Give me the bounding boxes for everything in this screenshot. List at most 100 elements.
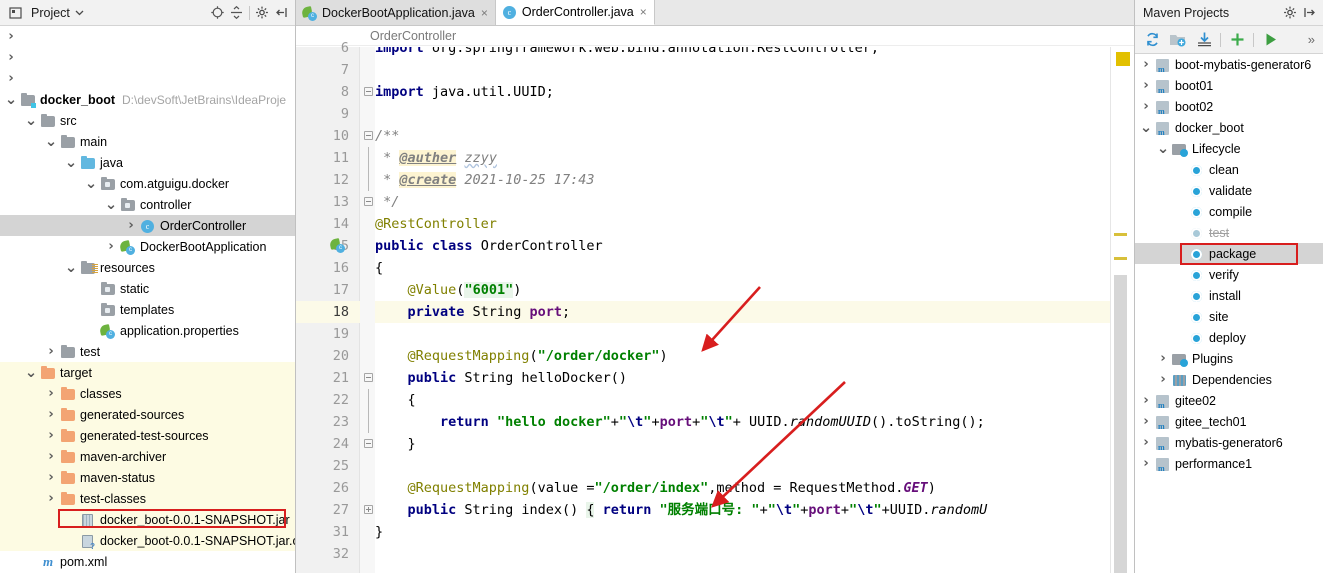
- editor-scrollbar[interactable]: [1110, 47, 1134, 573]
- maven-item-clean[interactable]: clean: [1135, 159, 1323, 180]
- tree-item-main[interactable]: ⌄ main: [0, 131, 295, 152]
- maven-item-lifecycle[interactable]: ⌄ Lifecycle: [1135, 138, 1323, 159]
- code-line[interactable]: import org.springframework.web.bind.anno…: [375, 47, 1110, 59]
- hide-panel-icon[interactable]: [272, 3, 291, 22]
- tree-item-templates[interactable]: templates: [0, 299, 295, 320]
- tree-item-java[interactable]: ⌄ java: [0, 152, 295, 173]
- maven-item-mybatis-generator6[interactable]: › mybatis-generator6: [1135, 432, 1323, 453]
- chevron-down-icon[interactable]: ⌄: [1156, 141, 1170, 156]
- chevron-right-icon[interactable]: ›: [1139, 100, 1153, 113]
- maven-item-performance1[interactable]: › performance1: [1135, 453, 1323, 474]
- scrollbar-thumb[interactable]: [1114, 275, 1127, 573]
- chevron-down-icon[interactable]: [70, 3, 89, 22]
- code-line[interactable]: @RequestMapping("/order/docker"): [375, 345, 1110, 367]
- editor-tab-ordercontroller-java[interactable]: c OrderController.java ×: [495, 0, 655, 25]
- tree-item-empty[interactable]: ›: [0, 47, 295, 68]
- code-line[interactable]: [375, 59, 1110, 81]
- tree-item-controller[interactable]: ⌄ controller: [0, 194, 295, 215]
- code-line[interactable]: @Value("6001"): [375, 279, 1110, 301]
- tree-item-dockerbootapplication[interactable]: › c DockerBootApplication: [0, 236, 295, 257]
- fold-collapse-icon[interactable]: [364, 373, 373, 382]
- chevron-right-icon[interactable]: ›: [44, 345, 58, 358]
- editor-tab-dockerbootapplication-java[interactable]: c DockerBootApplication.java ×: [296, 0, 496, 25]
- chevron-right-icon[interactable]: ›: [44, 492, 58, 505]
- chevron-right-icon[interactable]: ›: [44, 471, 58, 484]
- fold-expand-icon[interactable]: [364, 505, 373, 514]
- project-view-icon[interactable]: [6, 3, 25, 22]
- chevron-right-icon[interactable]: ›: [1139, 394, 1153, 407]
- maven-item-dependencies[interactable]: › Dependencies: [1135, 369, 1323, 390]
- maven-item-validate[interactable]: validate: [1135, 180, 1323, 201]
- maven-item-gitee02[interactable]: › gitee02: [1135, 390, 1323, 411]
- maven-item-boot02[interactable]: › boot02: [1135, 96, 1323, 117]
- chevron-down-icon[interactable]: ⌄: [84, 176, 98, 191]
- chevron-right-icon[interactable]: ›: [44, 408, 58, 421]
- chevron-right-icon[interactable]: ›: [1139, 415, 1153, 428]
- tree-item-classes[interactable]: › classes: [0, 383, 295, 404]
- tree-item-empty[interactable]: ›: [0, 26, 295, 47]
- tree-item-generated-test-sources[interactable]: › generated-test-sources: [0, 425, 295, 446]
- code-line[interactable]: public String index() { return "服务端口号: "…: [375, 499, 1110, 521]
- code-line[interactable]: }: [375, 521, 1110, 543]
- maven-item-package[interactable]: package: [1135, 243, 1323, 264]
- code-line[interactable]: {: [375, 257, 1110, 279]
- code-line[interactable]: return "hello docker"+"\t"+port+"\t"+ UU…: [375, 411, 1110, 433]
- chevron-down-icon[interactable]: ⌄: [64, 155, 78, 170]
- code-view[interactable]: 6789101112131415c16171819202122232425262…: [296, 40, 1134, 573]
- code-line[interactable]: @RequestMapping(value ="/order/index",me…: [375, 477, 1110, 499]
- code-line[interactable]: /**: [375, 125, 1110, 147]
- fold-collapse-icon[interactable]: [364, 131, 373, 140]
- tree-item-docker-boot-0-0-1-snapshot-jar[interactable]: docker_boot-0.0.1-SNAPSHOT.jar: [0, 509, 295, 530]
- locate-icon[interactable]: [208, 3, 227, 22]
- tree-item-static[interactable]: static: [0, 278, 295, 299]
- fold-region-end-icon[interactable]: [364, 197, 373, 206]
- chevron-down-icon[interactable]: ⌄: [4, 92, 18, 107]
- fold-region-end-icon[interactable]: [364, 439, 373, 448]
- close-icon[interactable]: ×: [640, 5, 647, 19]
- chevron-right-icon[interactable]: ›: [1139, 58, 1153, 71]
- chevron-right-icon[interactable]: ›: [44, 450, 58, 463]
- code-folding-strip[interactable]: [360, 47, 375, 573]
- source-code[interactable]: import org.springframework.web.bind.anno…: [375, 47, 1110, 573]
- code-line[interactable]: import java.util.UUID;: [375, 81, 1110, 103]
- code-line[interactable]: [375, 103, 1110, 125]
- code-line[interactable]: * @create 2021-10-25 17:43: [375, 169, 1110, 191]
- tree-item-pom-xml[interactable]: m pom.xml: [0, 551, 295, 572]
- code-line[interactable]: public String helloDocker(): [375, 367, 1110, 389]
- project-tree[interactable]: › › › ⌄ docker_boot D:\devSoft\JetBrains\Idea…: [0, 26, 295, 573]
- settings-icon[interactable]: [1281, 3, 1300, 22]
- code-line[interactable]: [375, 455, 1110, 477]
- generate-sources-icon[interactable]: [1165, 29, 1191, 51]
- tree-item-docker-boot[interactable]: ⌄ docker_boot D:\devSoft\JetBrains\IdeaPro…: [0, 89, 295, 110]
- maven-tree[interactable]: › boot-mybatis-generator6 › boot01 › boot02 ⌄ d…: [1135, 54, 1323, 573]
- maven-item-boot-mybatis-generator6[interactable]: › boot-mybatis-generator6: [1135, 54, 1323, 75]
- code-line[interactable]: */: [375, 191, 1110, 213]
- tree-item-test[interactable]: › test: [0, 341, 295, 362]
- tree-item-generated-sources[interactable]: › generated-sources: [0, 404, 295, 425]
- chevron-down-icon[interactable]: ⌄: [24, 113, 38, 128]
- chevron-right-icon[interactable]: ›: [4, 72, 18, 85]
- chevron-down-icon[interactable]: ⌄: [64, 260, 78, 275]
- maven-item-compile[interactable]: compile: [1135, 201, 1323, 222]
- chevron-right-icon[interactable]: ›: [4, 51, 18, 64]
- tree-item-com-atguigu-docker[interactable]: ⌄ com.atguigu.docker: [0, 173, 295, 194]
- maven-item-install[interactable]: install: [1135, 285, 1323, 306]
- tree-item-ordercontroller[interactable]: › c OrderController: [0, 215, 295, 236]
- chevron-right-icon[interactable]: ›: [1139, 79, 1153, 92]
- maven-item-plugins[interactable]: › Plugins: [1135, 348, 1323, 369]
- hide-panel-icon[interactable]: [1300, 3, 1319, 22]
- code-line[interactable]: public class OrderController: [375, 235, 1110, 257]
- add-icon[interactable]: [1224, 29, 1250, 51]
- chevron-down-icon[interactable]: ⌄: [1139, 120, 1153, 135]
- chevron-right-icon[interactable]: ›: [104, 240, 118, 253]
- chevron-right-icon[interactable]: ›: [1139, 457, 1153, 470]
- chevron-right-icon[interactable]: ›: [124, 219, 138, 232]
- code-line[interactable]: [375, 323, 1110, 345]
- chevron-right-icon[interactable]: ›: [1156, 352, 1170, 365]
- code-line[interactable]: * @auther zzyy: [375, 147, 1110, 169]
- close-icon[interactable]: ×: [481, 6, 488, 20]
- tree-item-docker-boot-0-0-1-snapshot-jar-orig[interactable]: docker_boot-0.0.1-SNAPSHOT.jar.orig: [0, 530, 295, 551]
- tree-item-target[interactable]: ⌄ target: [0, 362, 295, 383]
- chevron-down-icon[interactable]: ⌄: [44, 134, 58, 149]
- tree-item-src[interactable]: ⌄ src: [0, 110, 295, 131]
